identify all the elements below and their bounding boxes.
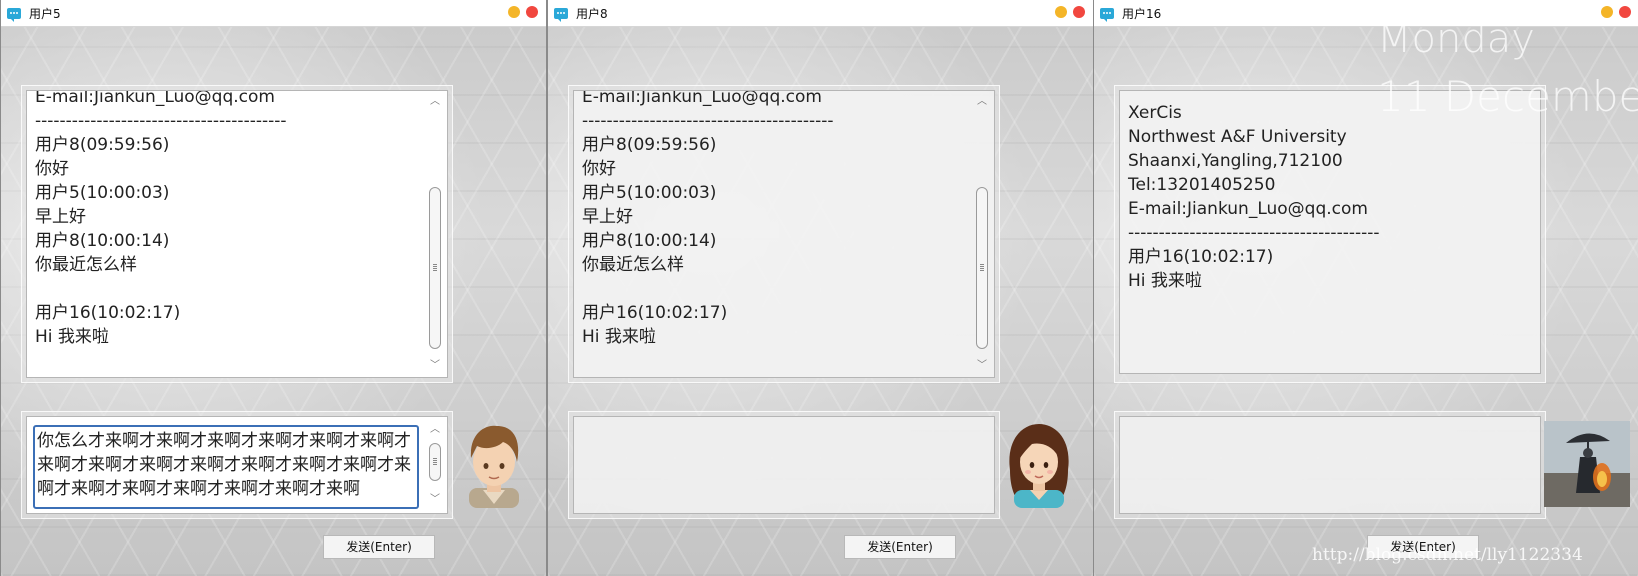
message-line: Hi 我来啦 [582, 327, 656, 347]
message-line: 用户16(10:02:17) [582, 303, 728, 323]
message-line: Tel:13201405250 [1128, 175, 1276, 195]
message-line: Hi 我来啦 [35, 327, 109, 347]
message-history[interactable]: XerCis Northwest A&F University Shaanxi,… [1119, 90, 1541, 374]
message-list: E-mail:Jiankun_Luo@qq.com --------------… [582, 90, 964, 349]
message-line: ----------------------------------------… [582, 111, 834, 131]
scroll-thumb[interactable] [429, 443, 441, 481]
send-button[interactable]: 发送(Enter) [844, 535, 956, 559]
scroll-up-icon[interactable]: ︿ [430, 425, 440, 435]
message-line: 用户8(10:00:14) [35, 231, 170, 251]
message-line: Northwest A&F University [1128, 127, 1347, 147]
message-line: E-mail:Jiankun_Luo@qq.com [35, 90, 275, 107]
scroll-thumb[interactable] [976, 187, 988, 349]
scroll-down-icon[interactable]: ﹀ [430, 495, 440, 505]
close-button[interactable] [1619, 6, 1631, 18]
message-line: 用户8(10:00:14) [582, 231, 717, 251]
message-line [582, 277, 964, 301]
message-line: 早上好 [35, 207, 86, 227]
message-line: 你最近怎么样 [582, 255, 684, 275]
scroll-down-icon[interactable]: ﹀ [977, 361, 987, 371]
watermark: http://blog.csdn.net/lly1122334 [1312, 545, 1583, 565]
umbrella-photo-icon [1544, 421, 1630, 507]
message-input[interactable]: 你怎么才来啊才来啊才来啊才来啊才来啊才来啊才来啊才来啊才来啊才来啊才来啊才来啊才… [33, 425, 419, 509]
chat-app-icon [1100, 7, 1114, 22]
message-line: 用户8(09:59:56) [582, 135, 717, 155]
message-input-box: 你怎么才来啊才来啊才来啊才来啊才来啊才来啊才来啊才来啊才来啊才来啊才来啊才来啊才… [26, 416, 448, 514]
message-line: 用户16(10:02:17) [35, 303, 181, 323]
message-line: 早上好 [582, 207, 633, 227]
send-button[interactable]: 发送(Enter) [323, 535, 435, 559]
input-scrollbar[interactable]: ︿ ﹀ [427, 423, 443, 507]
scroll-down-icon[interactable]: ﹀ [430, 361, 440, 371]
message-line: 你最近怎么样 [35, 255, 137, 275]
message-input[interactable] [573, 416, 995, 514]
message-line: 用户8(09:59:56) [35, 135, 170, 155]
message-line: 用户16(10:02:17) [1128, 247, 1274, 267]
scroll-thumb[interactable] [429, 187, 441, 349]
close-button[interactable] [526, 6, 538, 18]
title-bar[interactable]: 用户16 [1094, 0, 1638, 27]
desktop-day: Monday [1377, 16, 1535, 62]
message-line: 用户5(10:00:03) [35, 183, 170, 203]
chat-window-user5: 用户5 E-mail:Jiankun_Luo@qq.com ----------… [0, 0, 547, 576]
message-list: XerCis Northwest A&F University Shaanxi,… [1128, 101, 1510, 293]
message-history[interactable]: E-mail:Jiankun_Luo@qq.com --------------… [573, 90, 995, 378]
message-list: E-mail:Jiankun_Luo@qq.com --------------… [35, 90, 417, 349]
message-line [35, 277, 417, 301]
message-line: 你好 [582, 159, 616, 179]
scroll-up-icon[interactable]: ︿ [430, 97, 440, 107]
message-history[interactable]: E-mail:Jiankun_Luo@qq.com --------------… [26, 90, 448, 378]
chat-window-user16: 用户16 XerCis Northwest A&F University Sha… [1093, 0, 1638, 576]
message-line: 你好 [35, 159, 69, 179]
chat-app-icon [7, 7, 21, 22]
window-title: 用户5 [29, 6, 61, 21]
window-title: 用户8 [576, 6, 608, 21]
window-title: 用户16 [1122, 6, 1162, 21]
chat-window-user8: 用户8 E-mail:Jiankun_Luo@qq.com ----------… [547, 0, 1094, 576]
message-line: Hi 我来啦 [1128, 271, 1202, 291]
message-line: E-mail:Jiankun_Luo@qq.com [1128, 199, 1368, 219]
message-input[interactable] [1119, 416, 1541, 514]
message-line: E-mail:Jiankun_Luo@qq.com [582, 90, 822, 107]
girl-avatar-icon [1009, 424, 1069, 508]
chat-app-icon [554, 7, 568, 22]
minimize-button[interactable] [508, 6, 520, 18]
close-button[interactable] [1073, 6, 1085, 18]
message-line: ----------------------------------------… [1128, 223, 1380, 243]
scroll-up-icon[interactable]: ︿ [977, 97, 987, 107]
title-bar[interactable]: 用户8 [548, 0, 1093, 27]
boy-avatar-icon [469, 425, 519, 508]
title-bar[interactable]: 用户5 [1, 0, 546, 27]
minimize-button[interactable] [1055, 6, 1067, 18]
message-line: Shaanxi,Yangling,712100 [1128, 151, 1343, 171]
message-line: 用户5(10:00:03) [582, 183, 717, 203]
minimize-button[interactable] [1601, 6, 1613, 18]
desktop-date: 11 December [1377, 72, 1638, 121]
history-scrollbar[interactable]: ︿ ﹀ [427, 95, 443, 373]
message-line: ----------------------------------------… [35, 111, 287, 131]
umbrella-photo-avatar [1544, 421, 1630, 507]
history-scrollbar[interactable]: ︿ ﹀ [974, 95, 990, 373]
